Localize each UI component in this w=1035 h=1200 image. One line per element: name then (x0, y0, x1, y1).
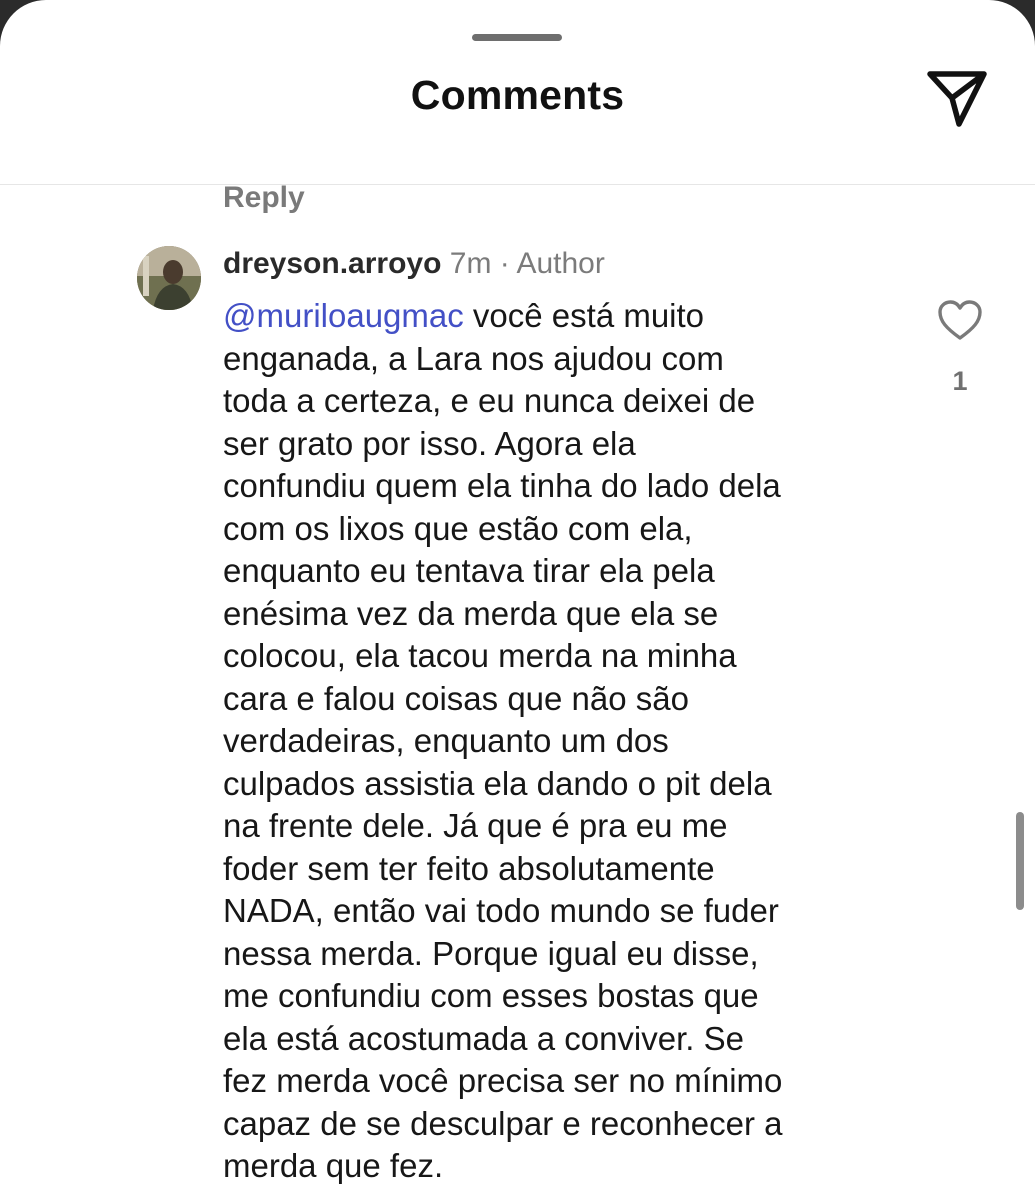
comment-time: 7m (449, 247, 492, 280)
comment-line: enganada, a Lara nos ajudou com (223, 339, 724, 377)
comment-line: verdadeiras, enquanto um dos (223, 722, 669, 759)
comments-sheet: Comments Reply dreyson.arroyo 7m · Autho… (0, 0, 1035, 1200)
avatar[interactable] (137, 246, 201, 310)
comment-line: ela está acostumada a conviver. Se (223, 1019, 744, 1057)
header-divider (0, 184, 1035, 185)
comment-line: fez merda você precisa ser no mínimo (223, 1062, 783, 1099)
comment-line: com os lixos que estão com ela, (223, 509, 693, 547)
scrollbar[interactable] (1016, 812, 1024, 910)
author-badge: Author (516, 247, 605, 280)
comment-line: @muriloaugmac você está muito (223, 295, 888, 338)
like-count: 1 (952, 366, 968, 396)
comment-line: culpados assistia ela dando o pit dela (223, 764, 772, 802)
comment-line: me confundiu com esses bostas que (223, 977, 759, 1014)
comment-line: cara e falou coisas que não são (223, 679, 689, 717)
comment-line: enésima vez da merda que ela se (223, 594, 719, 632)
comment-line: nessa merda. Porque igual eu disse, (223, 934, 759, 972)
comment-line-text: você está muito (463, 297, 705, 334)
like-button[interactable] (936, 298, 984, 342)
reply-button[interactable]: Reply (223, 181, 305, 215)
mention-link[interactable]: @muriloaugmac (223, 297, 464, 334)
comment-line: enquanto eu tentava tirar ela pela (223, 552, 715, 589)
comment-body: @muriloaugmac você está muito enganada, … (223, 295, 888, 1188)
comment-line: foder sem ter feito absolutamente (223, 849, 715, 887)
page-title: Comments (410, 72, 625, 118)
comment-line: NADA, então vai todo mundo se fuder (223, 892, 779, 929)
comment-line: toda a certeza, e eu nunca deixei de (223, 382, 756, 419)
comment-header: dreyson.arroyo 7m · Author (223, 247, 605, 281)
share-button[interactable] (922, 66, 992, 132)
send-icon (927, 71, 987, 127)
comment-line: colocou, ela tacou merda na minha (223, 637, 737, 674)
comment-line: capaz de se desculpar e reconhecer a (223, 1104, 783, 1142)
comment-line: na frente dele. Já que é pra eu me (223, 807, 728, 844)
meta-separator: · (491, 247, 517, 280)
comment-line: ser grato por isso. Agora ela (223, 424, 636, 462)
sheet-grabber[interactable] (472, 34, 562, 41)
profile-photo (137, 246, 201, 310)
heart-icon (938, 300, 982, 340)
comment-line: merda que fez. (223, 1147, 444, 1184)
comment-line: confundiu quem ela tinha do lado dela (223, 467, 781, 504)
comment-username[interactable]: dreyson.arroyo (223, 247, 441, 280)
